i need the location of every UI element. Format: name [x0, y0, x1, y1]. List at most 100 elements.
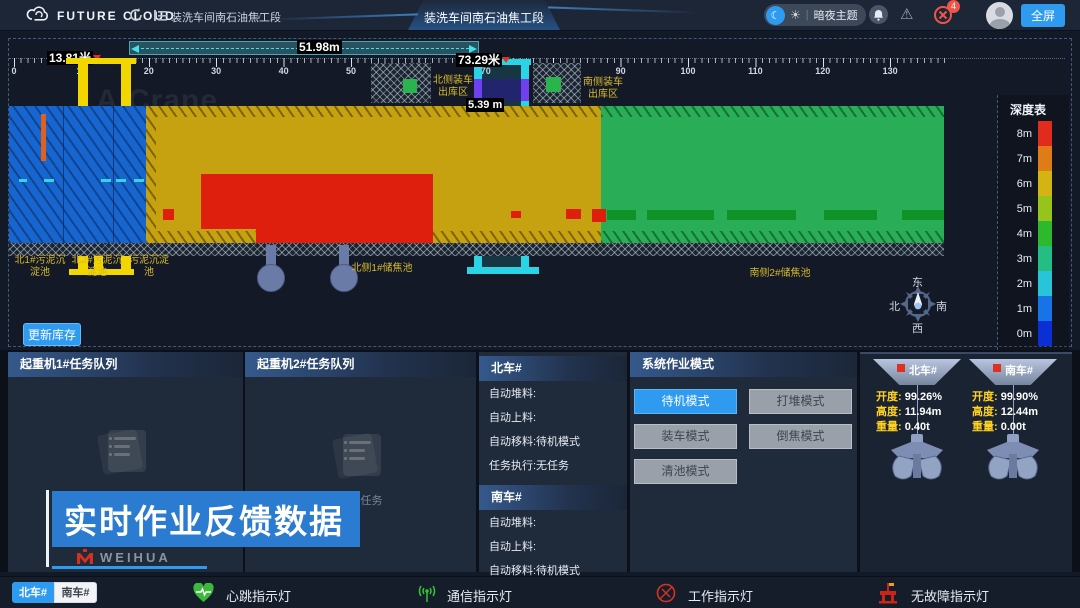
south-crane-position-label: 73.29米	[456, 51, 510, 69]
pool-divider-2	[113, 106, 114, 243]
depth-label: 7m	[1006, 146, 1032, 171]
depth-segment	[1038, 321, 1052, 346]
mode-clean-button[interactable]: 清池模式	[634, 459, 737, 484]
avatar[interactable]	[986, 2, 1013, 29]
ruler-tick-label: 30	[204, 66, 228, 76]
north-loadout-label: 北侧装车出库区	[431, 75, 475, 99]
moon-icon[interactable]: ☾	[766, 6, 785, 25]
compass-east: 东	[912, 274, 923, 290]
depth-label: 6m	[1006, 171, 1032, 196]
depth-segment	[1038, 296, 1052, 321]
empty-doc-icon	[335, 434, 381, 478]
decor-line-left	[268, 13, 418, 20]
north-loadout-marker	[403, 79, 417, 93]
weihua-logo-icon	[76, 549, 94, 565]
compass-west: 西	[912, 320, 923, 336]
heartbeat-icon	[193, 583, 214, 603]
status-row: 自动移料:待机模式	[479, 429, 627, 453]
alarm-icon[interactable]: 4	[933, 5, 953, 25]
heap-marker	[163, 209, 174, 220]
mode-load-button[interactable]: 装车模式	[634, 424, 737, 449]
decor-line-right	[548, 6, 698, 13]
depth-scale-title: 深度表	[998, 95, 1069, 118]
pool-gauge-mark	[134, 179, 144, 182]
south-crane-name: 南车#	[1005, 362, 1033, 378]
overlay-accent-line	[46, 490, 49, 567]
opening-value: 99.90%	[1001, 391, 1038, 403]
south-loadout-label: 南侧装车出库区	[581, 77, 625, 101]
low-strip	[607, 210, 636, 220]
pool-gauge-mark	[116, 179, 126, 182]
gold-hatch-top	[146, 106, 601, 117]
depth-label: 3m	[1006, 246, 1032, 271]
north-crane-name: 北车#	[909, 362, 937, 378]
yard-map: AICrane 51.98m 0102030405060708090100110…	[8, 38, 1072, 347]
ruler-tick-label: 130	[878, 66, 902, 76]
queue1-title: 起重机1#任务队列	[8, 352, 243, 377]
status-row: 任务执行:无任务	[479, 453, 627, 477]
workshop-selector[interactable]: 装洗车间南石油焦工段	[171, 9, 281, 25]
brand-name: WEIHUA	[100, 550, 171, 565]
height-label: 高度:	[972, 406, 998, 418]
south-hopper: 南车#	[969, 359, 1057, 385]
ruler-tick-label: 90	[609, 66, 633, 76]
south-gantry-rail	[467, 267, 539, 274]
low-strip	[824, 210, 877, 220]
mode-standby-button[interactable]: 待机模式	[634, 389, 737, 414]
mode-dump-button[interactable]: 倒焦模式	[749, 424, 852, 449]
coke-pool-south-label: 南侧2#储焦池	[745, 268, 815, 280]
heap-marker	[391, 209, 404, 220]
compass: 东 北 南 西	[890, 276, 946, 332]
depth-label: 2m	[1006, 271, 1032, 296]
theme-toggle[interactable]: ☾ ☀ | 暗夜主题	[764, 4, 866, 26]
heap-marker	[511, 211, 521, 218]
ruler-tick-label: 120	[811, 66, 835, 76]
ruler-tick-label: 0	[2, 66, 26, 76]
opening-label: 开度:	[972, 391, 998, 403]
update-inventory-button[interactable]: 更新库存	[23, 323, 81, 346]
grab-claw-icon	[981, 432, 1045, 484]
status-row: 自动堆料:	[479, 381, 627, 405]
brand-row: WEIHUA	[76, 548, 171, 566]
status-bar: 北车# 南车# 心跳指示灯 通信指示灯 工作指示灯 无故障指示灯	[0, 576, 1080, 608]
opening-label: 开度:	[876, 391, 902, 403]
fullscreen-button[interactable]: 全屏	[1021, 4, 1065, 27]
mode-pile-button[interactable]: 打堆模式	[749, 389, 852, 414]
comm-antenna-icon	[416, 583, 438, 603]
pool-gauge-mark	[101, 179, 111, 182]
heap-marker	[336, 209, 351, 220]
low-strip	[727, 210, 796, 220]
system-mode-title: 系统作业模式	[630, 352, 857, 377]
sludge-pools	[9, 106, 146, 243]
ruler-tick-label: 50	[339, 66, 363, 76]
warning-icon[interactable]: ⚠	[900, 5, 913, 23]
depth-segment	[1038, 246, 1052, 271]
compass-south: 南	[936, 298, 947, 314]
empty-doc-icon	[100, 430, 146, 474]
crane-status-panel: 北车# 自动堆料: 自动上料: 自动移料:待机模式 任务执行:无任务 南车# 自…	[479, 352, 627, 572]
work-indicator-label: 工作指示灯	[688, 586, 753, 605]
coke-pool-north-label: 北侧1#储焦池	[347, 263, 417, 275]
system-mode-panel: 系统作业模式 待机模式 打堆模式 装车模式 倒焦模式 清池模式	[630, 352, 857, 572]
notification-bell-icon[interactable]	[869, 5, 888, 24]
refresh-icon[interactable]	[128, 7, 144, 23]
ruler-tick-label: 20	[137, 66, 161, 76]
north-hopper: 北车#	[873, 359, 961, 385]
sun-icon[interactable]: ☀	[790, 8, 801, 22]
low-strip	[902, 210, 944, 220]
overlay-underline	[52, 566, 207, 569]
span-measure-label: 51.98m	[297, 40, 342, 54]
pool-gauge-mark	[19, 179, 27, 182]
footer-north-toggle[interactable]: 北车#	[12, 582, 54, 603]
footer-south-toggle[interactable]: 南车#	[54, 582, 97, 603]
pool-gauge-mark	[44, 179, 54, 182]
nofault-indicator-label: 无故障指示灯	[911, 586, 989, 605]
red-square-icon	[897, 364, 905, 372]
red-square-icon	[993, 364, 1001, 372]
chevron-down-icon[interactable]: ∨	[256, 12, 262, 21]
deep-heap-block-lower	[256, 229, 433, 243]
pool-divider-1	[63, 106, 64, 243]
crane-feedback-panel: 北车# 开度: 99.26% 高度: 11.94m 重量: 0.40t 南车# …	[860, 352, 1072, 572]
grab-claw-icon	[885, 432, 949, 484]
south-loadout-marker	[546, 77, 561, 92]
